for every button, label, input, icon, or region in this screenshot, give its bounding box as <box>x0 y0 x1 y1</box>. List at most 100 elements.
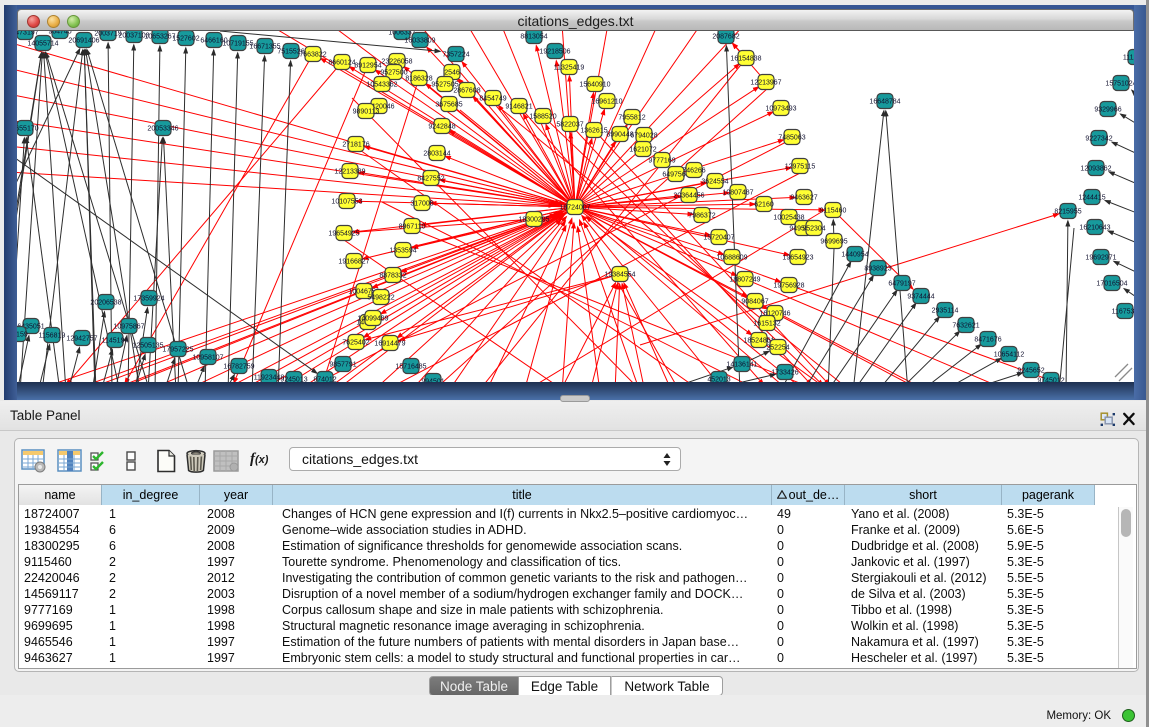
svg-text:9857791: 9857791 <box>329 361 356 368</box>
svg-text:7986372: 7986372 <box>688 212 715 219</box>
svg-text:8938923: 8938923 <box>864 265 891 272</box>
svg-text:17359924: 17359924 <box>133 295 164 302</box>
svg-text:1112309: 1112309 <box>1123 54 1134 61</box>
svg-text:9084067: 9084067 <box>741 298 768 305</box>
svg-text:6479197: 6479197 <box>888 280 915 287</box>
svg-text:2935114: 2935114 <box>932 307 959 314</box>
svg-text:16154838: 16154838 <box>730 55 761 62</box>
svg-text:8990448: 8990448 <box>606 131 633 138</box>
svg-text:994501: 994501 <box>421 378 444 382</box>
svg-text:16961210: 16961210 <box>591 98 622 105</box>
svg-text:317006: 317006 <box>410 200 433 207</box>
svg-text:10958107: 10958107 <box>192 354 223 361</box>
svg-text:8215955: 8215955 <box>1054 208 1081 215</box>
svg-text:8471676: 8471676 <box>974 336 1001 343</box>
svg-text:14055714: 14055714 <box>27 40 58 47</box>
svg-text:1527602: 1527602 <box>172 35 199 42</box>
svg-text:12213389: 12213389 <box>334 168 365 175</box>
svg-text:19654925: 19654925 <box>328 230 359 237</box>
svg-text:19166827: 19166827 <box>338 258 369 265</box>
svg-text:7955812: 7955812 <box>618 114 645 121</box>
svg-text:9890113: 9890113 <box>353 108 380 115</box>
svg-text:2803144: 2803144 <box>423 150 450 157</box>
svg-text:1362615: 1362615 <box>580 127 607 134</box>
svg-text:10653267: 10653267 <box>144 33 175 40</box>
svg-text:1156819: 1156819 <box>39 332 66 339</box>
svg-text:20691406: 20691406 <box>68 37 99 44</box>
svg-text:18807249: 18807249 <box>729 276 760 283</box>
svg-text:12942757: 12942757 <box>66 335 97 342</box>
svg-text:7357224: 7357224 <box>442 51 469 58</box>
svg-text:16914479: 16914479 <box>374 340 405 347</box>
svg-text:7625402: 7625402 <box>342 339 369 346</box>
svg-text:8660124: 8660124 <box>328 59 355 66</box>
svg-text:14136141: 14136141 <box>726 361 757 368</box>
svg-text:20364456: 20364456 <box>673 192 704 199</box>
svg-text:252254: 252254 <box>766 344 789 351</box>
svg-text:6473197: 6473197 <box>17 31 39 36</box>
svg-text:9245652: 9245652 <box>1017 367 1044 374</box>
svg-text:9745012: 9745012 <box>1037 377 1064 382</box>
svg-text:1588520: 1588520 <box>529 113 556 120</box>
svg-text:12505135: 12505135 <box>132 342 163 349</box>
svg-text:8813054: 8813054 <box>520 33 547 40</box>
svg-text:9463627: 9463627 <box>790 194 817 201</box>
svg-text:16210643: 16210643 <box>1079 224 1110 231</box>
svg-text:19384554: 19384554 <box>604 271 635 278</box>
svg-text:17957225: 17957225 <box>162 346 193 353</box>
svg-text:12093862: 12093862 <box>1080 165 1111 172</box>
svg-text:9115460: 9115460 <box>820 207 847 214</box>
svg-text:964745: 964745 <box>48 31 71 35</box>
svg-text:20053346: 20053346 <box>147 125 178 132</box>
svg-text:1733426: 1733426 <box>771 369 798 376</box>
svg-text:10807487: 10807487 <box>722 189 753 196</box>
svg-text:1145194: 1145194 <box>102 337 129 344</box>
svg-text:11325419: 11325419 <box>554 64 585 71</box>
svg-text:2867608: 2867608 <box>453 87 480 94</box>
svg-text:9374444: 9374444 <box>907 293 934 300</box>
svg-text:8912954: 8912954 <box>354 62 381 69</box>
svg-text:9699695: 9699695 <box>820 238 847 245</box>
svg-text:8186328: 8186328 <box>405 75 432 82</box>
svg-text:1353594: 1353594 <box>389 247 416 254</box>
svg-text:9329966: 9329966 <box>1094 106 1121 113</box>
svg-text:2087682: 2087682 <box>712 33 739 40</box>
svg-text:8967110: 8967110 <box>399 223 426 230</box>
svg-text:10543362: 10543362 <box>366 81 397 88</box>
svg-text:8878332: 8878332 <box>379 272 406 279</box>
svg-text:8427552: 8427552 <box>417 175 444 182</box>
svg-text:746266: 746266 <box>682 167 705 174</box>
svg-text:2546: 2546 <box>444 69 460 76</box>
svg-text:874012: 874012 <box>313 376 336 382</box>
svg-text:10975867: 10975867 <box>113 323 144 330</box>
svg-text:20206538: 20206538 <box>90 299 121 306</box>
svg-text:16033809: 16033809 <box>404 37 435 44</box>
svg-text:15640910: 15640910 <box>579 81 610 88</box>
svg-text:6794028: 6794028 <box>630 132 657 139</box>
svg-text:15751024: 15751024 <box>1105 80 1134 87</box>
svg-text:9777169: 9777169 <box>648 157 675 164</box>
svg-text:7485063: 7485063 <box>778 134 805 141</box>
svg-text:18724007: 18724007 <box>559 204 590 211</box>
svg-text:12975115: 12975115 <box>785 163 816 170</box>
svg-text:3675685: 3675685 <box>435 101 462 108</box>
svg-text:10688609: 10688609 <box>716 254 747 261</box>
svg-text:7663822: 7663822 <box>299 51 326 58</box>
svg-text:1167533: 1167533 <box>1112 308 1134 315</box>
svg-text:2718176: 2718176 <box>342 141 369 148</box>
svg-text:5498222: 5498222 <box>367 294 394 301</box>
svg-text:19756928: 19756928 <box>773 282 804 289</box>
svg-text:15716485: 15716485 <box>395 363 426 370</box>
svg-text:10107553: 10107553 <box>331 198 362 205</box>
svg-text:8454749: 8454749 <box>479 95 506 102</box>
svg-text:16648784: 16648784 <box>869 98 900 105</box>
svg-text:19654923: 19654923 <box>782 254 813 261</box>
svg-text:19218506: 19218506 <box>539 48 570 55</box>
svg-text:10973493: 10973493 <box>765 105 796 112</box>
svg-text:17016504: 17016504 <box>1096 280 1127 287</box>
svg-text:1615132: 1615132 <box>753 320 780 327</box>
svg-text:2655170: 2655170 <box>17 125 39 132</box>
svg-text:1621072: 1621072 <box>629 146 656 153</box>
svg-text:16671355: 16671355 <box>249 43 280 50</box>
svg-text:9146821: 9146821 <box>505 103 532 110</box>
